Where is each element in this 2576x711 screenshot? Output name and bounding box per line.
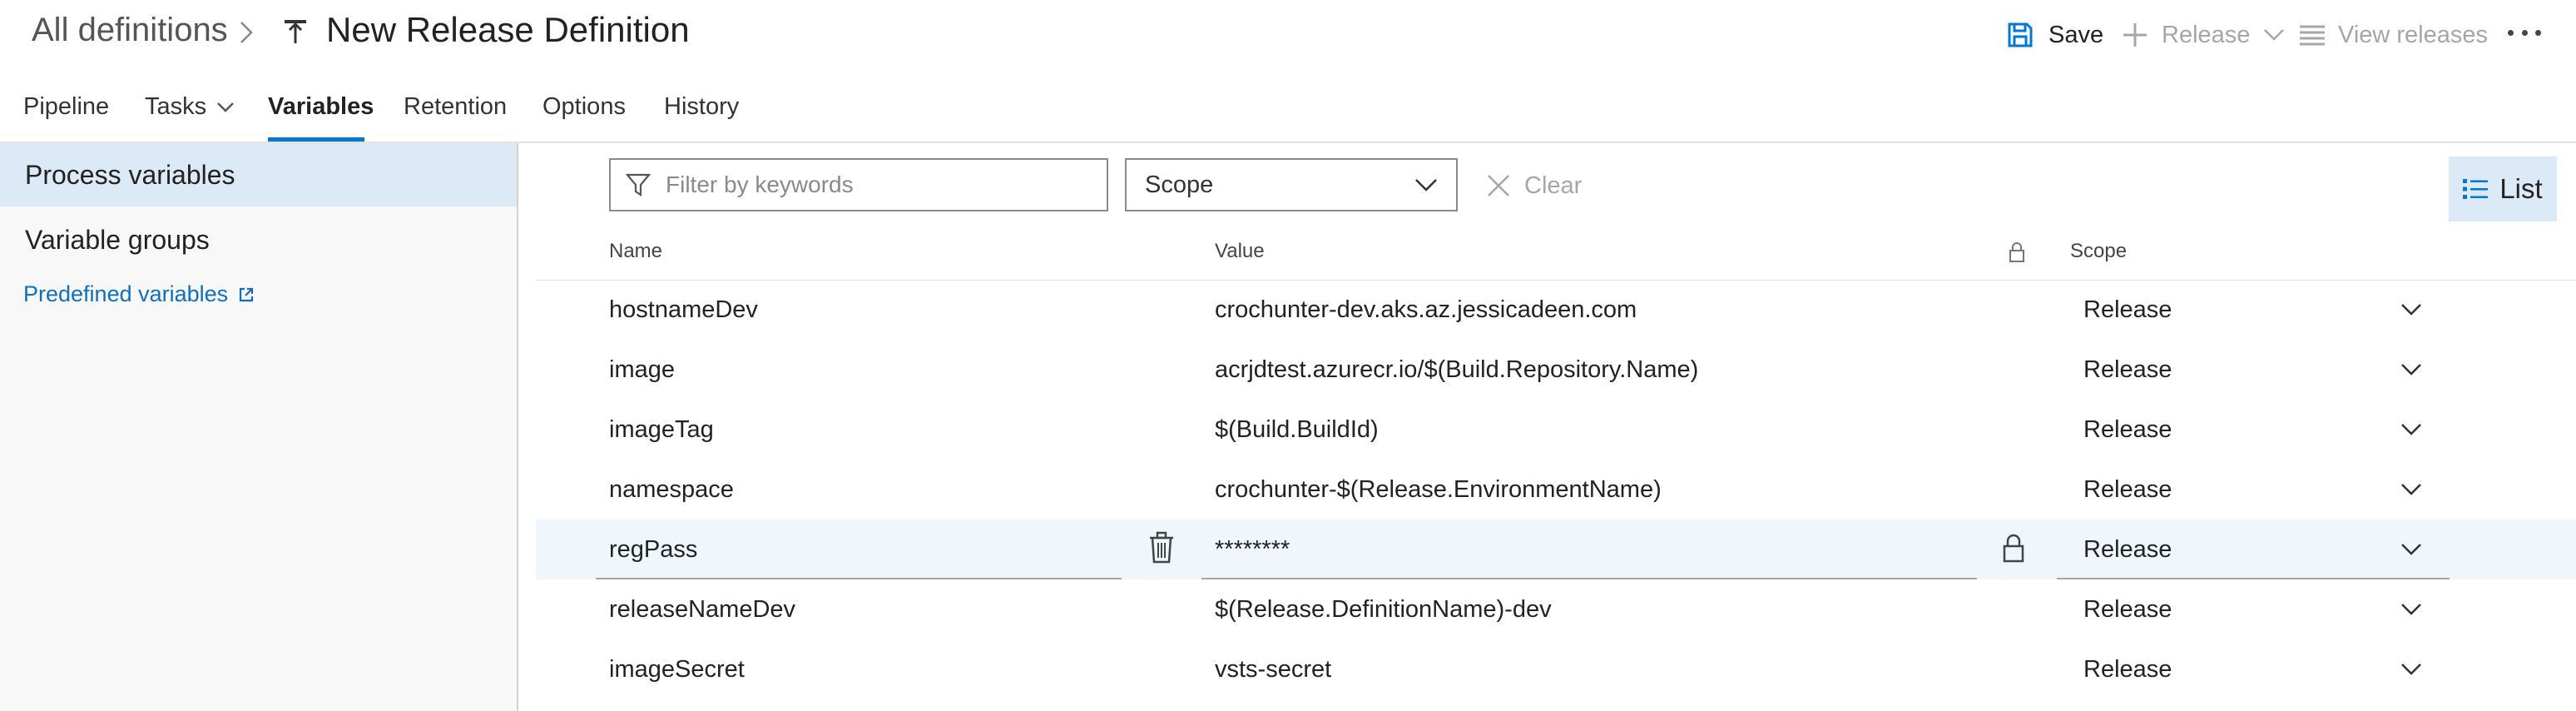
variable-value[interactable]: $(Build.BuildId) [1215, 400, 1379, 460]
variable-name-input[interactable]: regPass [609, 520, 697, 579]
variable-value[interactable]: crochunter-dev.aks.az.jessicadeen.com [1215, 280, 1637, 340]
filter-input[interactable] [666, 172, 1082, 198]
sidebar-item-variable-groups[interactable]: Variable groups [0, 208, 517, 271]
variable-name[interactable]: hostnameDev [609, 280, 758, 340]
tab-options[interactable]: Options [542, 93, 626, 121]
variable-value[interactable]: $(Release.DefinitionName)-dev [1215, 579, 1552, 639]
chevron-right-icon [240, 22, 253, 43]
chevron-down-icon[interactable] [2400, 539, 2423, 559]
table-row[interactable]: imageSecret vsts-secret Release [536, 639, 2576, 699]
tab-bar: Pipeline Tasks Variables Retention Optio… [0, 80, 2576, 143]
close-icon [1488, 175, 1509, 196]
table-row[interactable]: namespace crochunter-$(Release.Environme… [536, 460, 2576, 520]
save-label: Save [2048, 21, 2104, 48]
sidebar-item-process-variables[interactable]: Process variables [0, 143, 517, 206]
chevron-down-icon [1415, 179, 1437, 191]
clear-button[interactable]: Clear [1486, 172, 1582, 200]
filter-icon [626, 173, 651, 197]
variable-value-input[interactable]: ******** [1215, 520, 1290, 579]
variable-scope[interactable]: Release [2083, 400, 2172, 460]
chevron-down-icon[interactable] [2400, 300, 2423, 320]
scope-dropdown-label: Scope [1145, 171, 1214, 198]
lock-column-icon [2009, 242, 2024, 262]
clear-label: Clear [1524, 172, 1583, 199]
list-icon [2300, 25, 2325, 46]
table-row[interactable]: releaseNameDev $(Release.DefinitionName)… [536, 579, 2576, 639]
variable-scope[interactable]: Release [2083, 460, 2172, 520]
save-icon [2008, 22, 2033, 47]
variable-scope[interactable]: Release [2083, 639, 2172, 699]
filter-box[interactable] [609, 158, 1108, 211]
release-button[interactable]: Release [2122, 17, 2285, 53]
chevron-down-icon [217, 102, 235, 112]
tab-pipeline[interactable]: Pipeline [23, 93, 109, 121]
tab-history[interactable]: History [664, 93, 739, 121]
chevron-down-icon[interactable] [2400, 599, 2423, 619]
more-icon[interactable] [2508, 30, 2541, 40]
page-header: All definitions New Release Definition S… [0, 0, 2576, 70]
view-releases-label: View releases [2338, 21, 2489, 48]
variable-name[interactable]: image [609, 340, 675, 400]
table-row[interactable]: hostnameDev crochunter-dev.aks.az.jessic… [536, 280, 2576, 340]
predefined-variables-label: Predefined variables [23, 281, 229, 306]
breadcrumb-all-definitions[interactable]: All definitions [32, 12, 228, 49]
list-view-button[interactable]: List [2449, 157, 2557, 221]
variable-scope[interactable]: Release [2083, 520, 2172, 579]
lock-icon[interactable] [2002, 533, 2025, 563]
release-definition-icon [285, 20, 306, 43]
table-row[interactable]: image acrjdtest.azurecr.io/$(Build.Repos… [536, 340, 2576, 400]
table-row[interactable]: imageTag $(Build.BuildId) Release [536, 400, 2576, 460]
list-icon [2463, 179, 2489, 199]
tab-retention[interactable]: Retention [404, 93, 507, 121]
variable-scope[interactable]: Release [2083, 340, 2172, 400]
tab-tasks-label: Tasks [145, 93, 207, 120]
variable-value[interactable]: crochunter-$(Release.EnvironmentName) [1215, 460, 1662, 520]
list-view-label: List [2499, 173, 2543, 204]
column-header-name: Name [609, 240, 663, 262]
variable-scope[interactable]: Release [2083, 579, 2172, 639]
variable-name[interactable]: releaseNameDev [609, 579, 795, 639]
chevron-down-icon[interactable] [2400, 480, 2423, 500]
external-link-icon [240, 287, 254, 301]
trash-icon[interactable] [1147, 531, 1176, 564]
tab-tasks[interactable]: Tasks [145, 93, 235, 121]
save-button[interactable]: Save [2007, 17, 2103, 53]
chevron-down-icon[interactable] [2400, 420, 2423, 440]
predefined-variables-link[interactable]: Predefined variables [23, 281, 255, 307]
variable-name[interactable]: imageTag [609, 400, 714, 460]
chevron-down-icon [2264, 29, 2285, 41]
plus-icon [2123, 23, 2147, 47]
page-title: New Release Definition [326, 10, 690, 49]
table-row-selected[interactable]: regPass ******** Release [536, 520, 2576, 579]
variable-name[interactable]: imageSecret [609, 639, 745, 699]
chevron-down-icon[interactable] [2400, 360, 2423, 380]
view-releases-button[interactable]: View releases [2300, 17, 2488, 53]
chevron-down-icon[interactable] [2400, 659, 2423, 679]
column-header-value: Value [1215, 240, 1265, 262]
tab-variables[interactable]: Variables [268, 93, 374, 121]
variable-value[interactable]: vsts-secret [1215, 639, 1331, 699]
variable-scope[interactable]: Release [2083, 280, 2172, 340]
scope-dropdown[interactable]: Scope [1125, 158, 1458, 211]
variables-sidebar: Process variables Variable groups Predef… [0, 143, 518, 711]
release-label: Release [2162, 21, 2251, 48]
column-header-scope: Scope [2070, 240, 2128, 262]
variable-value[interactable]: acrjdtest.azurecr.io/$(Build.Repository.… [1215, 340, 1698, 400]
variable-name[interactable]: namespace [609, 460, 734, 520]
